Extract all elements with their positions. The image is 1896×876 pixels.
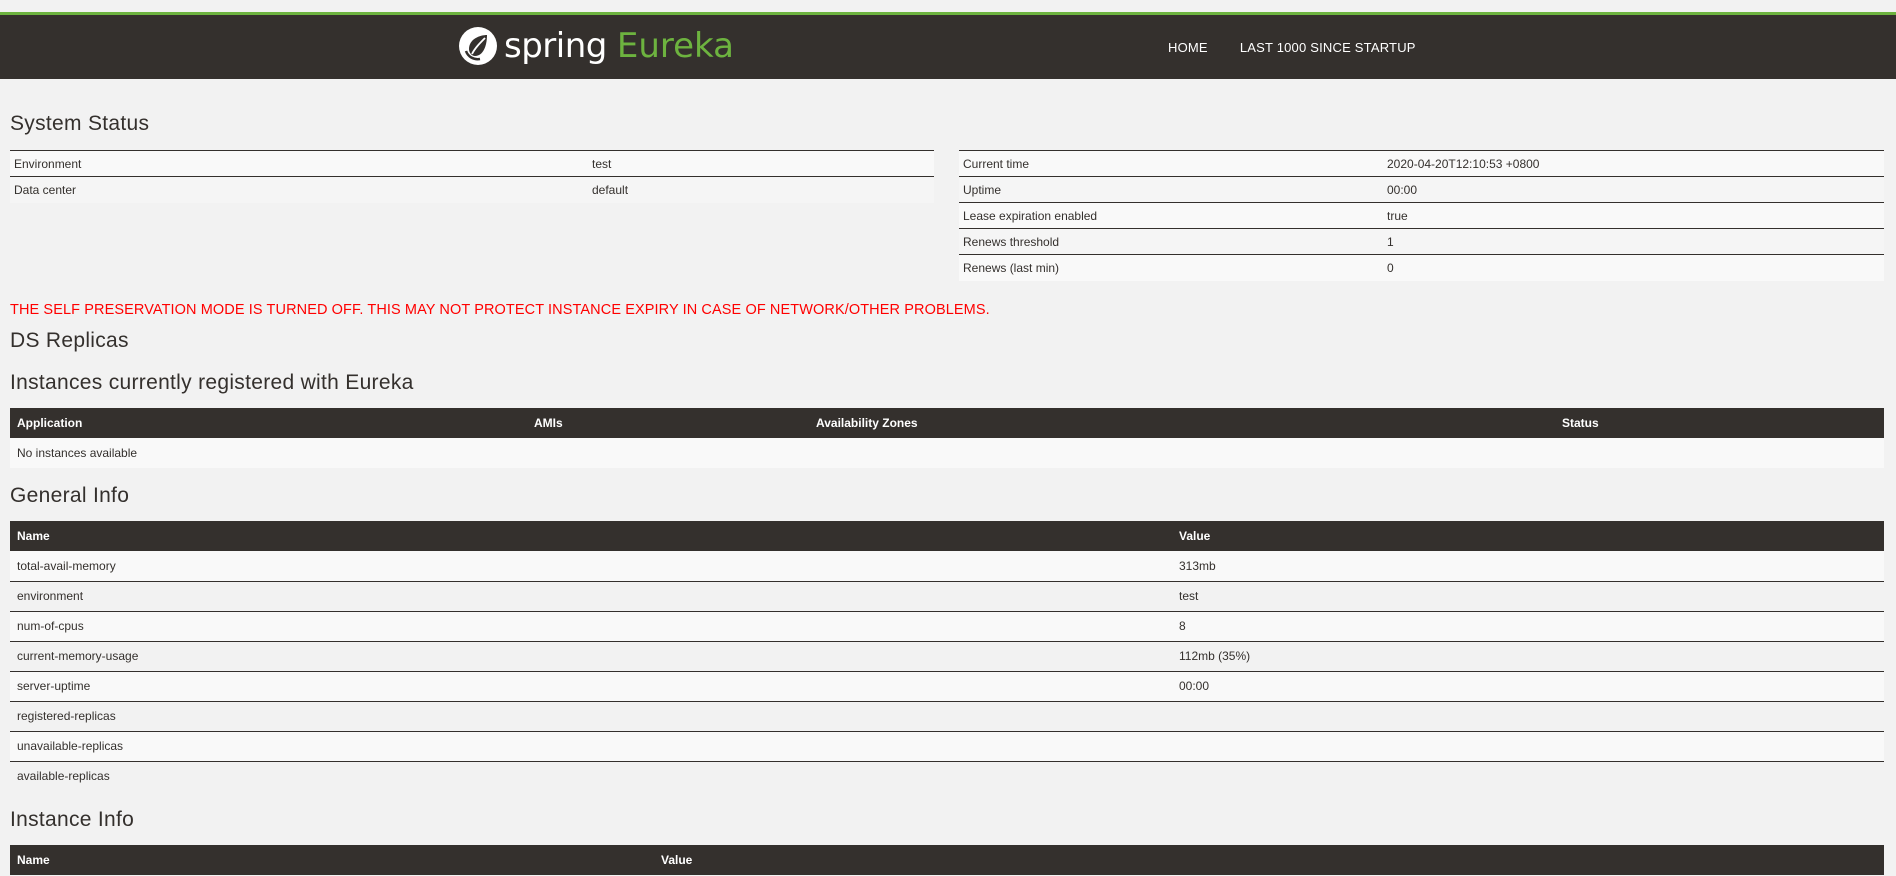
column-header-value: Value [1172,521,1884,551]
table-row: environment test [10,581,1884,612]
self-preservation-warning: THE SELF PRESERVATION MODE IS TURNED OFF… [10,302,990,318]
table-row: available-replicas [10,761,1884,791]
system-status-right-table: Current time 2020-04-20T12:10:53 +0800 U… [959,150,1884,281]
status-value: test [588,150,934,177]
table-row: unavailable-replicas [10,731,1884,762]
info-name: environment [10,581,1172,612]
info-name: unavailable-replicas [10,731,1172,762]
instances-header-row: Application AMIs Availability Zones Stat… [10,408,1884,438]
status-row: Renews (last min) 0 [959,254,1884,281]
status-value: 0 [1383,254,1884,281]
nav-last-1000-link[interactable]: LAST 1000 SINCE STARTUP [1240,40,1416,55]
status-row: Lease expiration enabled true [959,202,1884,229]
status-value: 00:00 [1383,176,1884,203]
status-label: Environment [10,150,588,177]
column-header-name: Name [10,845,654,875]
status-row: Uptime 00:00 [959,176,1884,203]
column-header-status: Status [1555,408,1884,438]
info-value: test [1172,581,1884,612]
status-row: Environment test [10,150,934,177]
table-row: registered-replicas [10,701,1884,732]
info-name: num-of-cpus [10,611,1172,642]
instance-info-header-row: Name Value [10,845,1884,875]
info-value: 8 [1172,611,1884,642]
status-label: Lease expiration enabled [959,202,1383,229]
no-instances-text: No instances available [10,438,1884,468]
nav-home-link[interactable]: HOME [1168,40,1208,55]
status-label: Data center [10,176,588,203]
instances-title: Instances currently registered with Eure… [10,371,414,394]
instances-table: Application AMIs Availability Zones Stat… [10,408,1884,468]
status-row: Current time 2020-04-20T12:10:53 +0800 [959,150,1884,177]
table-row: server-uptime 00:00 [10,671,1884,702]
info-name: available-replicas [10,761,1172,791]
table-row: current-memory-usage 112mb (35%) [10,641,1884,672]
info-name: total-avail-memory [10,551,1172,582]
info-value: 00:00 [1172,671,1884,702]
status-label: Renews (last min) [959,254,1383,281]
spring-leaf-icon [459,27,497,65]
info-value [1172,701,1884,732]
column-header-name: Name [10,521,1172,551]
general-info-title: General Info [10,484,130,507]
column-header-availability-zones: Availability Zones [809,408,1555,438]
nav-links: HOME LAST 1000 SINCE STARTUP [1168,15,1448,79]
status-label: Current time [959,150,1383,177]
info-name: registered-replicas [10,701,1172,732]
status-value: 2020-04-20T12:10:53 +0800 [1383,150,1884,177]
column-header-value: Value [654,845,1884,875]
column-header-amis: AMIs [527,408,809,438]
info-name: server-uptime [10,671,1172,702]
system-status-title: System Status [10,112,150,135]
info-name: current-memory-usage [10,641,1172,672]
general-info-table: Name Value total-avail-memory 313mb envi… [10,521,1884,791]
info-value [1172,761,1884,791]
info-value: 313mb [1172,551,1884,582]
general-info-header-row: Name Value [10,521,1884,551]
system-status-left-table: Environment test Data center default [10,150,934,203]
status-value: 1 [1383,228,1884,255]
brand-spring-text: spring [504,26,607,66]
table-row: No instances available [10,438,1884,468]
instance-info-table: Name Value [10,845,1884,875]
brand-logo-link[interactable]: spring Eureka [458,23,734,69]
status-row: Data center default [10,176,934,203]
status-row: Renews threshold 1 [959,228,1884,255]
status-value: true [1383,202,1884,229]
column-header-application: Application [10,408,527,438]
info-value: 112mb (35%) [1172,641,1884,672]
brand-eureka-text: Eureka [616,26,734,66]
navbar: spring Eureka HOME LAST 1000 SINCE START… [0,15,1896,79]
info-value [1172,731,1884,762]
instance-info-title: Instance Info [10,808,135,831]
status-label: Renews threshold [959,228,1383,255]
status-value: default [588,176,934,203]
table-row: total-avail-memory 313mb [10,551,1884,582]
table-row: num-of-cpus 8 [10,611,1884,642]
ds-replicas-title: DS Replicas [10,329,129,352]
status-label: Uptime [959,176,1383,203]
